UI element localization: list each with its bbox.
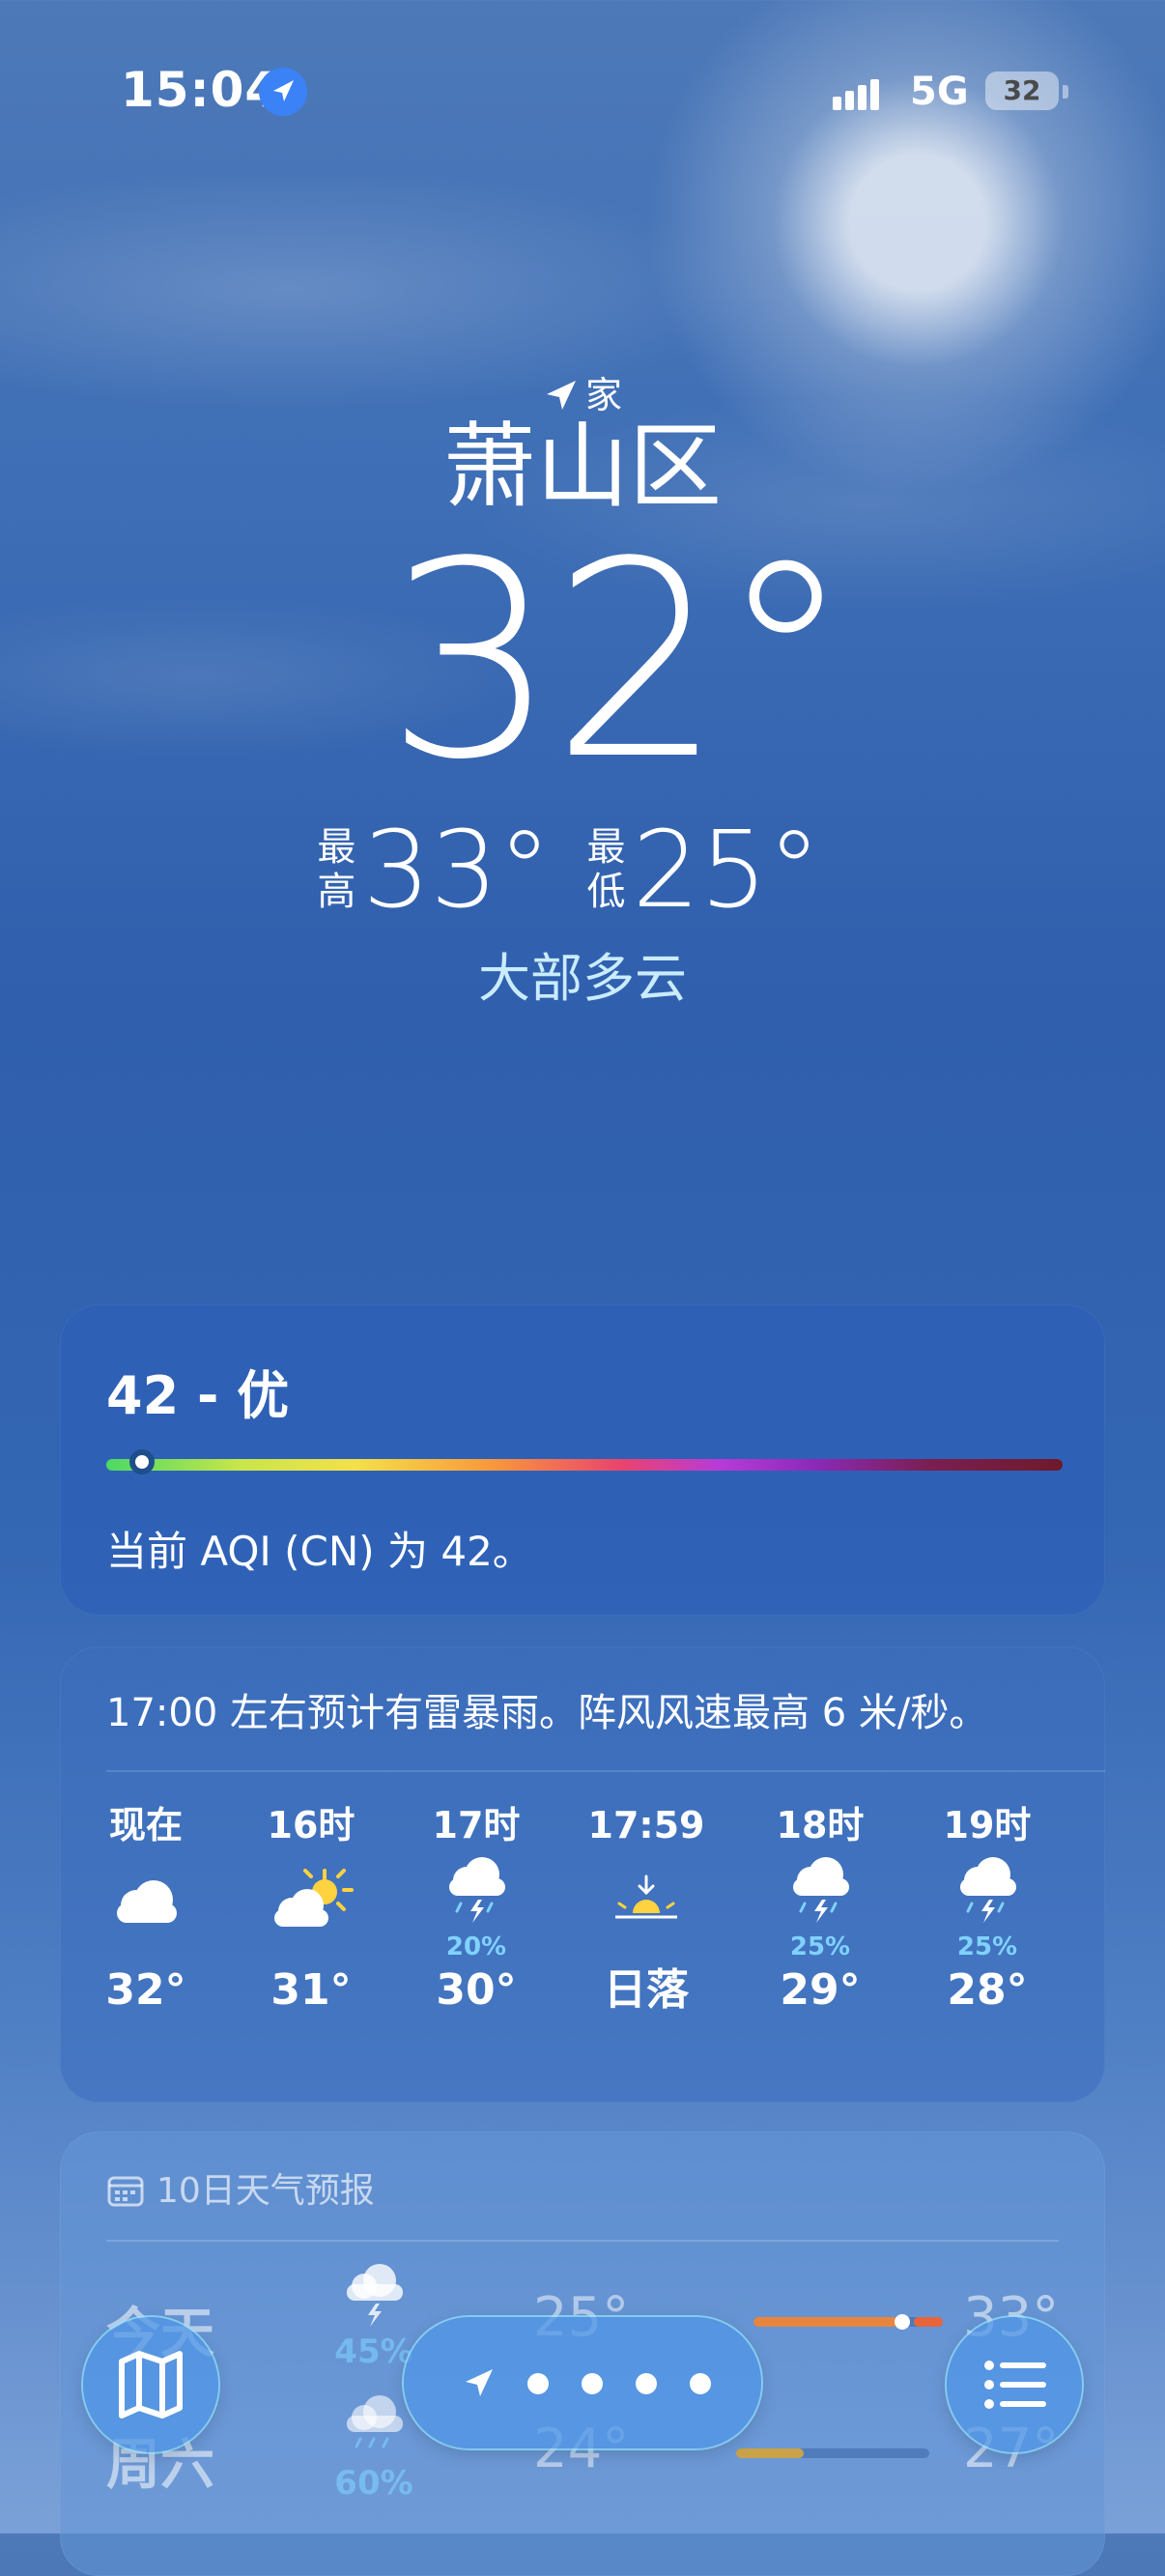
location-arrow-icon [546, 381, 576, 410]
range-fill [736, 2448, 804, 2458]
weather-condition: 大部多云 [478, 948, 687, 1009]
battery-tip [1063, 85, 1068, 99]
city-list-button[interactable] [947, 2317, 1082, 2452]
high-low: 最高 33° 最低 25° [0, 812, 1165, 928]
forecast-precip: 60% [334, 2464, 413, 2503]
range-fill [914, 2317, 943, 2327]
hour-item: 现在 32° [73, 1801, 218, 2019]
low-label: 最低 [586, 825, 626, 914]
hour-label: 18时 [776, 1804, 865, 1846]
current-temp-marker [895, 2314, 910, 2330]
hour-label: 17:59 [587, 1804, 705, 1846]
aqi-indicator [129, 1449, 155, 1474]
thunderstorm-icon: 25% [748, 1849, 893, 1961]
hour-precip: 20% [445, 1932, 507, 1961]
hour-item: 18时 25% 29° [748, 1801, 893, 2019]
page-dot[interactable] [527, 2373, 549, 2394]
temperature-range-bar [736, 2448, 929, 2458]
thunderstorm-icon: 25% [915, 1849, 1060, 1961]
page-dot[interactable] [690, 2373, 711, 2394]
rain-icon [335, 2392, 412, 2474]
hour-precip: 25% [789, 1932, 851, 1961]
signal-strength-icon [833, 79, 883, 110]
high-temperature: 33° [362, 808, 552, 931]
thunderstorm-icon [335, 2261, 412, 2342]
partly-sunny-icon [239, 1849, 384, 1956]
low-temperature: 25° [632, 808, 821, 931]
status-bar: 15:04 5G 32 [0, 60, 1165, 128]
air-quality-card[interactable]: 42 - 优 当前 AQI (CN) 为 42。 [60, 1304, 1105, 1616]
sunset-label: 日落 [604, 1965, 689, 2015]
hour-item: 16时 31° [239, 1801, 384, 2019]
range-fill [753, 2317, 898, 2327]
hourly-list: 现在 32° 16时 31° 17时 20% 30° 17:59 日落 18时 … [60, 1801, 1105, 2091]
hour-temp: 29° [780, 1965, 861, 2015]
hour-item: 17时 20% 30° [404, 1801, 549, 2019]
aqi-description: 当前 AQI (CN) 为 42。 [106, 1528, 533, 1575]
location-tag-label: 家 [584, 374, 622, 416]
high-label: 最高 [317, 825, 356, 914]
list-icon [984, 2361, 1046, 2409]
calendar-icon [107, 2176, 144, 2207]
hour-temp: 32° [105, 1965, 186, 2015]
network-type: 5G [910, 70, 969, 114]
battery-icon: 32 [985, 72, 1059, 110]
forecast-title: 10日天气预报 [156, 2171, 375, 2211]
hour-label: 17时 [432, 1804, 521, 1846]
divider [106, 1770, 1105, 1772]
hour-label: 19时 [943, 1804, 1032, 1846]
hour-temp: 30° [436, 1965, 517, 2015]
hour-precip: 25% [956, 1932, 1018, 1961]
divider [106, 2240, 1059, 2242]
location-services-icon [259, 68, 307, 116]
hourly-summary: 17:00 左右预计有雷暴雨。阵风风速最高 6 米/秒。 [106, 1691, 988, 1735]
hour-item: 17:59 日落 [574, 1801, 719, 2019]
hour-temp: 31° [270, 1965, 352, 2015]
hourly-forecast-card[interactable]: 17:00 左右预计有雷暴雨。阵风风速最高 6 米/秒。 现在 32° 16时 … [60, 1646, 1105, 2103]
aqi-scale-bar [106, 1459, 1063, 1471]
status-time: 15:04 [121, 62, 280, 118]
sunset-icon [574, 1849, 719, 1956]
hour-item: 19时 25% 28° [915, 1801, 1060, 2019]
page-indicator[interactable] [404, 2317, 761, 2448]
hour-label: 16时 [267, 1804, 355, 1846]
page-dot[interactable] [582, 2373, 603, 2394]
temperature-range-bar [753, 2314, 943, 2330]
thunderstorm-icon: 20% [404, 1849, 549, 1961]
hour-temp: 28° [947, 1965, 1028, 2015]
map-button[interactable] [83, 2317, 218, 2452]
cloud-icon [73, 1849, 218, 1956]
location-tag: 家 [0, 365, 1165, 418]
map-icon [119, 2351, 183, 2419]
page-dot[interactable] [636, 2373, 657, 2394]
forecast-header: 10日天气预报 [106, 2162, 375, 2213]
hour-label: 现在 [108, 1804, 183, 1846]
aqi-title: 42 - 优 [106, 1365, 290, 1426]
location-arrow-icon [466, 2369, 493, 2396]
current-temperature: 32° [384, 504, 853, 819]
